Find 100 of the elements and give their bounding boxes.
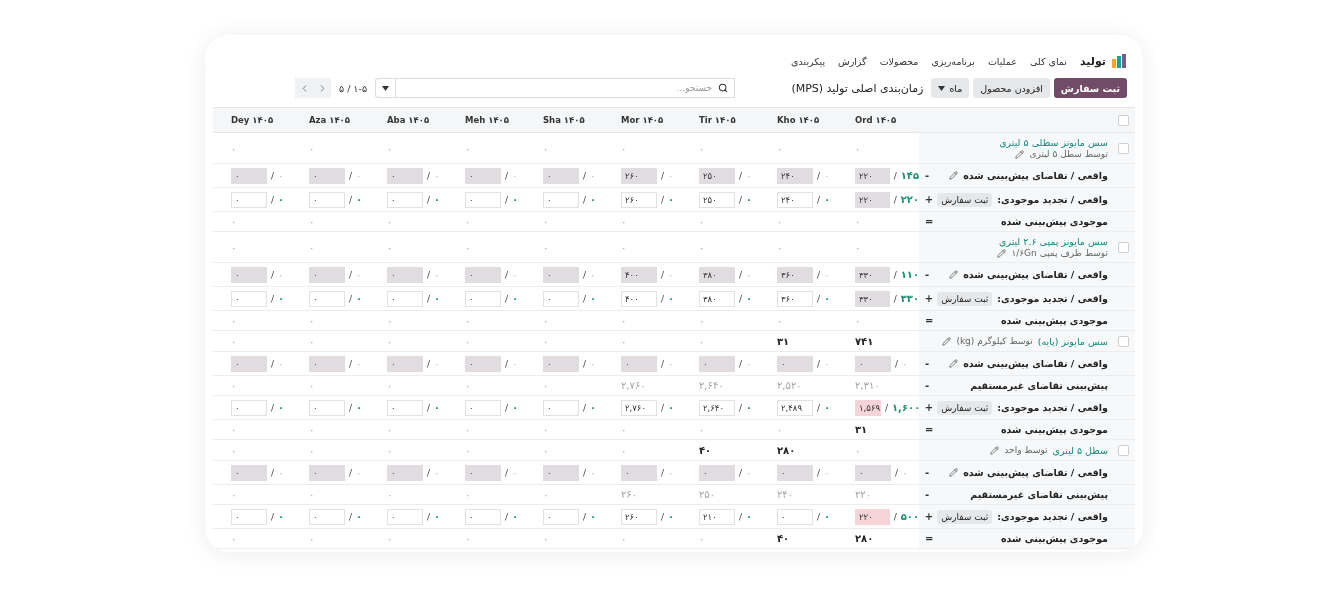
forecast-input[interactable]: ۲۴۰ — [777, 167, 813, 184]
forecast-input[interactable]: ۰ — [309, 290, 345, 307]
forecast-input[interactable]: ۰ — [621, 355, 657, 372]
forecast-input[interactable]: ۰ — [465, 290, 501, 307]
product-name[interactable]: سس مایونز پمپی ۲.۶ لیتری — [997, 236, 1108, 247]
forecast-input[interactable]: ۰ — [231, 355, 267, 372]
forecast-input[interactable]: ۲۲۰ — [855, 167, 890, 184]
select-checkbox[interactable] — [1118, 241, 1129, 253]
forecast-input[interactable]: ۰ — [231, 266, 267, 283]
forecast-input[interactable]: ۰ — [543, 399, 579, 416]
forecast-input[interactable]: ۳۸۰ — [699, 290, 735, 307]
forecast-input[interactable]: ۰ — [309, 464, 345, 481]
forecast-input[interactable]: ۳۸۰ — [699, 266, 735, 283]
forecast-input[interactable]: ۳۳۰ — [855, 266, 890, 283]
select-checkbox[interactable] — [1118, 444, 1129, 456]
forecast-input[interactable]: ۱,۵۶۹ — [855, 399, 881, 416]
forecast-input[interactable]: ۰ — [543, 355, 579, 372]
pencil-icon[interactable] — [949, 171, 959, 180]
search-field[interactable]: جستجو... — [395, 78, 735, 98]
pencil-icon[interactable] — [949, 359, 959, 368]
forecast-input[interactable]: ۰ — [777, 464, 813, 481]
forecast-input[interactable]: ۰ — [543, 167, 579, 184]
forecast-input[interactable]: ۴۰۰ — [621, 290, 657, 307]
forecast-input[interactable]: ۰ — [777, 508, 813, 525]
select-checkbox[interactable] — [1118, 114, 1129, 126]
pencil-icon[interactable] — [949, 468, 959, 477]
pencil-icon[interactable] — [1015, 149, 1025, 159]
forecast-input[interactable]: ۲۵۰ — [699, 191, 735, 208]
order-button[interactable]: ثبت سفارش — [937, 291, 993, 306]
forecast-input[interactable]: ۲۲۰ — [855, 191, 890, 208]
next-button[interactable] — [313, 78, 331, 98]
forecast-input[interactable]: ۰ — [387, 266, 423, 283]
forecast-input[interactable]: ۲,۶۴۰ — [699, 399, 735, 416]
select-checkbox[interactable] — [1118, 142, 1129, 154]
forecast-input[interactable]: ۰ — [309, 191, 345, 208]
forecast-input[interactable]: ۰ — [855, 355, 891, 372]
forecast-input[interactable]: ۲,۴۸۹ — [777, 399, 813, 416]
forecast-input[interactable]: ۰ — [699, 464, 735, 481]
forecast-input[interactable]: ۰ — [231, 464, 267, 481]
forecast-input[interactable]: ۲۶۰ — [621, 191, 657, 208]
forecast-input[interactable]: ۰ — [543, 508, 579, 525]
forecast-input[interactable]: ۰ — [621, 464, 657, 481]
forecast-input[interactable]: ۲۶۰ — [621, 167, 657, 184]
previous-button[interactable] — [295, 78, 313, 98]
forecast-input[interactable]: ۲۲۰ — [855, 508, 890, 525]
nav-menu-item[interactable]: پیکربندی — [791, 55, 826, 67]
app-name[interactable]: تولید — [1080, 54, 1106, 68]
forecast-input[interactable]: ۲,۷۶۰ — [621, 399, 657, 416]
order-button[interactable]: ثبت سفارش — [937, 400, 993, 415]
forecast-input[interactable]: ۰ — [543, 266, 579, 283]
order-button[interactable]: ثبت سفارش — [937, 509, 993, 524]
forecast-input[interactable]: ۰ — [309, 266, 345, 283]
select-checkbox[interactable] — [1118, 335, 1129, 347]
forecast-input[interactable]: ۰ — [387, 355, 423, 372]
forecast-input[interactable]: ۰ — [387, 399, 423, 416]
forecast-input[interactable]: ۰ — [543, 464, 579, 481]
forecast-input[interactable]: ۲۴۰ — [777, 191, 813, 208]
pencil-icon[interactable] — [997, 248, 1007, 258]
forecast-input[interactable]: ۰ — [543, 191, 579, 208]
order-button[interactable]: ثبت سفارش — [937, 192, 993, 207]
pencil-icon[interactable] — [942, 336, 952, 346]
forecast-input[interactable]: ۰ — [231, 290, 267, 307]
forecast-input[interactable]: ۰ — [309, 355, 345, 372]
product-name[interactable]: سس مایونز سطلی ۵ لیتری — [999, 137, 1108, 148]
forecast-input[interactable]: ۰ — [699, 355, 735, 372]
forecast-input[interactable]: ۰ — [465, 464, 501, 481]
nav-menu-item[interactable]: برنامه‌ریزی — [931, 55, 975, 67]
forecast-input[interactable]: ۰ — [387, 290, 423, 307]
forecast-input[interactable]: ۰ — [231, 167, 267, 184]
nav-menu-item[interactable]: نمای کلی — [1029, 55, 1067, 67]
forecast-input[interactable]: ۰ — [465, 167, 501, 184]
forecast-input[interactable]: ۰ — [231, 399, 267, 416]
forecast-input[interactable]: ۰ — [231, 191, 267, 208]
forecast-input[interactable]: ۰ — [387, 508, 423, 525]
product-name[interactable]: سطل ۵ لیتری — [1052, 444, 1108, 456]
add-product-button[interactable]: افزودن محصول — [973, 78, 1050, 98]
forecast-input[interactable]: ۰ — [465, 266, 501, 283]
forecast-input[interactable]: ۳۶۰ — [777, 290, 813, 307]
nav-menu-item[interactable]: عملیات — [987, 55, 1017, 67]
forecast-input[interactable]: ۰ — [465, 191, 501, 208]
nav-menu-item[interactable]: محصولات — [879, 55, 919, 67]
forecast-input[interactable]: ۲۱۰ — [699, 508, 735, 525]
forecast-input[interactable]: ۲۵۰ — [699, 167, 735, 184]
forecast-input[interactable]: ۰ — [309, 508, 345, 525]
forecast-input[interactable]: ۰ — [387, 167, 423, 184]
filter-toggle-button[interactable] — [375, 78, 395, 98]
forecast-input[interactable]: ۰ — [387, 464, 423, 481]
forecast-input[interactable]: ۰ — [855, 464, 891, 481]
period-dropdown[interactable]: ماه — [931, 78, 970, 98]
forecast-input[interactable]: ۰ — [465, 355, 501, 372]
product-name[interactable]: سس مایونز (پایه) — [1037, 335, 1108, 347]
forecast-input[interactable]: ۴۰۰ — [621, 266, 657, 283]
pencil-icon[interactable] — [949, 270, 959, 279]
forecast-input[interactable]: ۰ — [465, 399, 501, 416]
forecast-input[interactable]: ۰ — [465, 508, 501, 525]
forecast-input[interactable]: ۰ — [309, 399, 345, 416]
nav-menu-item[interactable]: گزارش — [838, 55, 867, 67]
forecast-input[interactable]: ۳۳۰ — [855, 290, 890, 307]
forecast-input[interactable]: ۰ — [387, 191, 423, 208]
forecast-input[interactable]: ۳۶۰ — [777, 266, 813, 283]
